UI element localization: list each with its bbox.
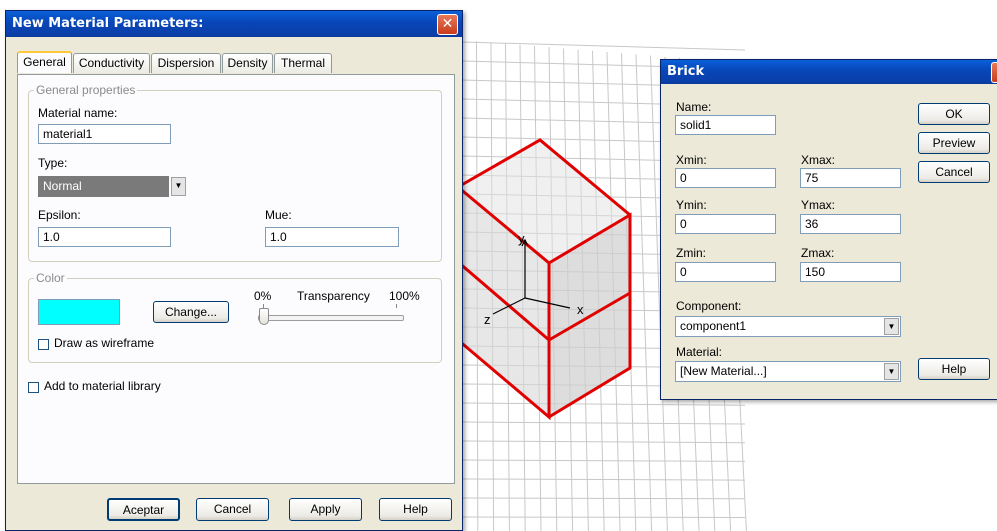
close-icon[interactable]: ✕ [437,14,458,35]
type-select-value: Normal [43,179,82,193]
ymax-label: Ymax: [801,198,836,212]
xmax-label: Xmax: [801,153,836,167]
brick-dialog: Brick ✕ Name: solid1 Xmin: 0 Xmax: 75 Ym… [660,59,997,400]
add-library-checkbox[interactable] [28,382,39,393]
epsilon-label: Epsilon: [38,208,81,222]
accept-button[interactable]: Aceptar [107,498,180,521]
tab-dispersion-label: Dispersion [157,56,215,70]
axis-x-label: x [577,302,584,317]
grid-line [461,41,746,51]
transparency-max-label: 100% [389,289,420,303]
new-material-dialog: New Material Parameters: ✕ General Condu… [5,10,463,531]
transparency-min-label: 0% [254,289,272,303]
color-swatch [38,299,120,325]
add-library-label[interactable]: Add to material library [44,379,161,393]
grid-line [461,440,746,444]
tab-density-label: Density [227,56,268,70]
zmax-label: Zmax: [801,246,835,260]
material-chevron-down-icon[interactable]: ▼ [884,363,899,380]
grid-line [461,516,746,518]
tab-conductivity-label: Conductivity [78,56,145,70]
material-name-label: Material name: [38,106,118,120]
transparency-slider-thumb[interactable] [259,308,269,325]
new-material-title: New Material Parameters: [12,16,204,31]
transparency-slider[interactable] [258,315,404,321]
material-name-input[interactable]: material1 [38,124,171,144]
tab-density[interactable]: Density [222,53,273,73]
preview-button[interactable]: Preview [918,132,990,154]
draw-wireframe-checkbox[interactable] [38,339,49,350]
xmin-input[interactable]: 0 [675,168,776,188]
material-select[interactable]: [New Material...] ▼ [675,361,901,382]
ymin-label: Ymin: [676,198,707,212]
tick-marks-end [396,304,397,308]
tab-conductivity[interactable]: Conductivity [73,53,150,73]
axis-z-label: z [484,312,491,327]
brick-cancel-button[interactable]: Cancel [918,161,990,183]
zmin-label: Zmin: [676,246,706,260]
mue-label: Mue: [265,208,292,222]
general-properties-title: General properties [34,83,138,97]
brick-help-button[interactable]: Help [918,358,990,380]
new-material-titlebar[interactable]: New Material Parameters: [6,11,462,37]
type-label: Type: [38,156,68,170]
ymax-input[interactable]: 36 [800,214,901,234]
brick-name-input[interactable]: solid1 [675,115,776,135]
epsilon-input[interactable]: 1.0 [38,227,171,247]
brick-close-icon[interactable]: ✕ [991,62,997,83]
tab-dispersion[interactable]: Dispersion [151,53,221,73]
grid-line [461,478,746,481]
grid-line [461,402,746,406]
ymin-input[interactable]: 0 [675,214,776,234]
zmin-input[interactable]: 0 [675,262,776,282]
tab-general-label: General [23,55,66,69]
transparency-label: Transparency [297,289,370,303]
xmax-input[interactable]: 75 [800,168,901,188]
brick-name-label: Name: [676,100,712,114]
color-group-title: Color [34,271,67,285]
component-select[interactable]: component1 ▼ [675,316,901,337]
help-button[interactable]: Help [379,498,452,521]
brick-solid [457,138,632,421]
component-chevron-down-icon[interactable]: ▼ [884,318,899,335]
tab-panel: General properties Material name: materi… [17,74,455,484]
material-select-value: [New Material...] [680,364,767,378]
tab-strip: General Conductivity Dispersion Density … [17,51,457,75]
grid-line [635,54,653,531]
tab-general[interactable]: General [17,51,72,73]
change-color-button[interactable]: Change... [153,301,229,323]
cancel-button[interactable]: Cancel [196,498,269,521]
apply-button[interactable]: Apply [289,498,362,521]
tab-thermal-label: Thermal [280,56,325,70]
grid-line [461,497,746,500]
grid-line [461,421,746,425]
draw-wireframe-label[interactable]: Draw as wireframe [54,336,154,350]
mue-input[interactable]: 1.0 [265,227,399,247]
axis-y-label: y [518,231,525,246]
component-select-value: component1 [680,319,747,333]
brick-titlebar[interactable]: Brick [661,60,997,84]
chevron-down-icon[interactable]: ▼ [171,177,186,196]
component-label: Component: [676,299,742,313]
tab-thermal[interactable]: Thermal [274,53,332,73]
grid-line [461,459,746,462]
brick-title: Brick [667,64,705,79]
xmin-label: Xmin: [676,153,707,167]
zmax-input[interactable]: 150 [800,262,901,282]
type-select[interactable]: Normal ▼ [38,176,186,197]
ok-button[interactable]: OK [918,103,990,125]
material-label: Material: [676,345,723,359]
